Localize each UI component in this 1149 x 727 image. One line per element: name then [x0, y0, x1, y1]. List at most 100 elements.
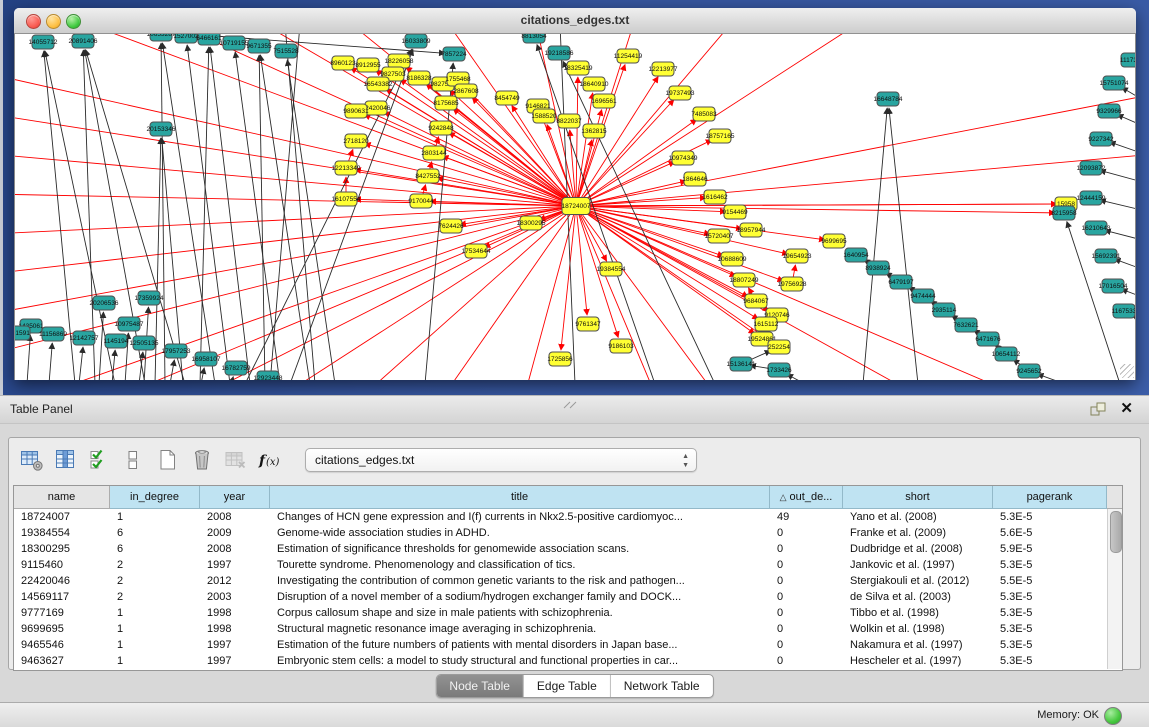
table-row[interactable]: 2242004622012Investigating the contribut… [14, 573, 1122, 589]
graph-node-label: 9329966 [1096, 108, 1122, 115]
graph-node-label: 15720407 [705, 233, 734, 240]
graph-node-label: 18724007 [562, 203, 591, 210]
table-panel-header: Table Panel ✕ [0, 395, 1149, 424]
node-table-panel: f(x) citations_edges.txt ▲▼ namein_degre… [8, 437, 1141, 670]
tab-edge-table[interactable]: Edge Table [523, 675, 610, 697]
table-cell: 2 [110, 591, 200, 603]
graph-node-label: 6479197 [888, 279, 914, 286]
close-panel-icon[interactable]: ✕ [1120, 400, 1133, 418]
table-cell: 2003 [200, 591, 270, 603]
table-panel: Table Panel ✕ f(x) citations_edges.txt ▲… [0, 395, 1149, 727]
graph-node-label: 15692391 [1092, 253, 1121, 260]
splitter-grip-icon[interactable] [562, 396, 580, 414]
table-row[interactable]: 946362711997Embryonic stem cells: a mode… [14, 653, 1122, 669]
graph-node-label: 20206536 [90, 300, 119, 307]
table-cell: 18300295 [14, 543, 110, 555]
close-button[interactable] [26, 14, 41, 29]
show-columns-icon[interactable] [53, 447, 79, 473]
delete-table-icon[interactable] [189, 447, 215, 473]
table-cell: 0 [770, 559, 843, 571]
delete-column-icon [223, 447, 249, 473]
tab-network-table[interactable]: Network Table [610, 675, 713, 697]
network-view-window[interactable]: citations_edges.txt 18724007896012389129… [14, 8, 1136, 380]
graph-node-label: 12213349 [332, 165, 361, 172]
graph-node-label: 1640954 [843, 252, 869, 259]
graph-node-label: 10719155 [220, 40, 249, 47]
sort-ascending-icon: △ [780, 492, 787, 503]
graph-node-label: 15751074 [1100, 80, 1129, 87]
new-table-icon[interactable] [155, 447, 181, 473]
zoom-button[interactable] [66, 14, 81, 29]
graph-node-label: 7515528 [273, 48, 299, 55]
float-panel-icon[interactable] [1090, 402, 1107, 422]
table-row[interactable]: 977716911998Corpus callosum shape and si… [14, 605, 1122, 621]
window-titlebar[interactable]: citations_edges.txt [14, 8, 1136, 34]
table-cell: 5.3E-5 [993, 511, 1107, 523]
graph-node-label: 16033809 [402, 38, 431, 45]
header-scrollbar-filler [1107, 486, 1122, 509]
table-cell: Yano et al. (2008) [843, 511, 993, 523]
graph-node-label: 8175685 [433, 100, 459, 107]
table-cell: 5.9E-5 [993, 543, 1107, 555]
table-cell: 6 [110, 527, 200, 539]
graph-node-label: 9242848 [428, 125, 454, 132]
table-row[interactable]: 1456911722003Disruption of a novel membe… [14, 589, 1122, 605]
table-body: 1872400712008Changes of HCN gene express… [14, 509, 1122, 669]
table-cell: 2008 [200, 543, 270, 555]
table-cell: Wolkin et al. (1998) [843, 623, 993, 635]
window-resize-grip[interactable] [1120, 364, 1134, 378]
table-cell: Hescheler et al. (1997) [843, 655, 993, 667]
table-cell: 1 [110, 623, 200, 635]
table-row[interactable]: 969969511998Structural magnetic resonanc… [14, 621, 1122, 637]
graph-node-label: 10654112 [992, 351, 1021, 358]
column-header-short[interactable]: short [843, 486, 993, 509]
scrollbar-thumb[interactable] [1110, 511, 1122, 553]
column-header-name[interactable]: name [14, 486, 110, 509]
table-cell: 2 [110, 559, 200, 571]
table-cell: 1 [110, 511, 200, 523]
vertical-scrollbar[interactable] [1107, 509, 1122, 669]
graph-node-label: 9699695 [821, 238, 847, 245]
column-header-pagerank[interactable]: pagerank [993, 486, 1107, 509]
application-window: citations_edges.txt 18724007896012389129… [0, 0, 1149, 727]
graph-node-label: 16543382 [364, 81, 393, 88]
graph-node-label: 9245652 [1016, 368, 1042, 375]
graph-node-label: 9684067 [743, 298, 769, 305]
table-row[interactable]: 1830029562008Estimation of significance … [14, 541, 1122, 557]
unselect-all-icon[interactable] [121, 447, 147, 473]
svg-text:(x): (x) [266, 457, 280, 468]
graph-node-label: 18807249 [730, 277, 759, 284]
network-graph[interactable]: 1872400789601238912955182260589827503165… [15, 34, 1135, 380]
graph-node-label: 9154469 [722, 209, 748, 216]
column-header-year[interactable]: year [200, 486, 270, 509]
table-cell: 2008 [200, 511, 270, 523]
function-builder-icon[interactable]: f(x) [257, 447, 283, 473]
table-row[interactable]: 1938455462009Genome-wide association stu… [14, 525, 1122, 541]
column-header-out_de[interactable]: △out_de... [770, 486, 843, 509]
network-canvas[interactable]: 1872400789601238912955182260589827503165… [14, 34, 1136, 380]
graph-node-label: 6471676 [975, 336, 1001, 343]
graph-node-label: 9890631 [343, 108, 369, 115]
table-settings-icon[interactable] [19, 447, 45, 473]
column-header-title[interactable]: title [270, 486, 770, 509]
table-cell: 0 [770, 543, 843, 555]
table-row[interactable]: 946554611997Estimation of the future num… [14, 637, 1122, 653]
table-cell: Jankovic et al. (1997) [843, 559, 993, 571]
table-row[interactable]: 911546021997Tourette syndrome. Phenomeno… [14, 557, 1122, 573]
graph-node-label: 1733426 [766, 367, 792, 374]
graph-node-label: 12213977 [649, 66, 678, 73]
graph-node-label: 18757165 [706, 133, 735, 140]
table-cell: Investigating the contribution of common… [270, 575, 770, 587]
tab-node-table[interactable]: Node Table [436, 675, 523, 697]
graph-node-label: 16648784 [874, 96, 903, 103]
table-cell: Disruption of a novel member of a sodium… [270, 591, 770, 603]
minimize-button[interactable] [46, 14, 61, 29]
column-header-in_degree[interactable]: in_degree [110, 486, 200, 509]
table-selector[interactable]: citations_edges.txt ▲▼ [305, 448, 697, 472]
graph-node-label: 2803144 [421, 150, 447, 157]
graph-node-label: 10975487 [115, 321, 144, 328]
select-all-icon[interactable] [87, 447, 113, 473]
table-cell: 0 [770, 607, 843, 619]
table-row[interactable]: 1872400712008Changes of HCN gene express… [14, 509, 1122, 525]
table-cell: 9115460 [14, 559, 110, 571]
